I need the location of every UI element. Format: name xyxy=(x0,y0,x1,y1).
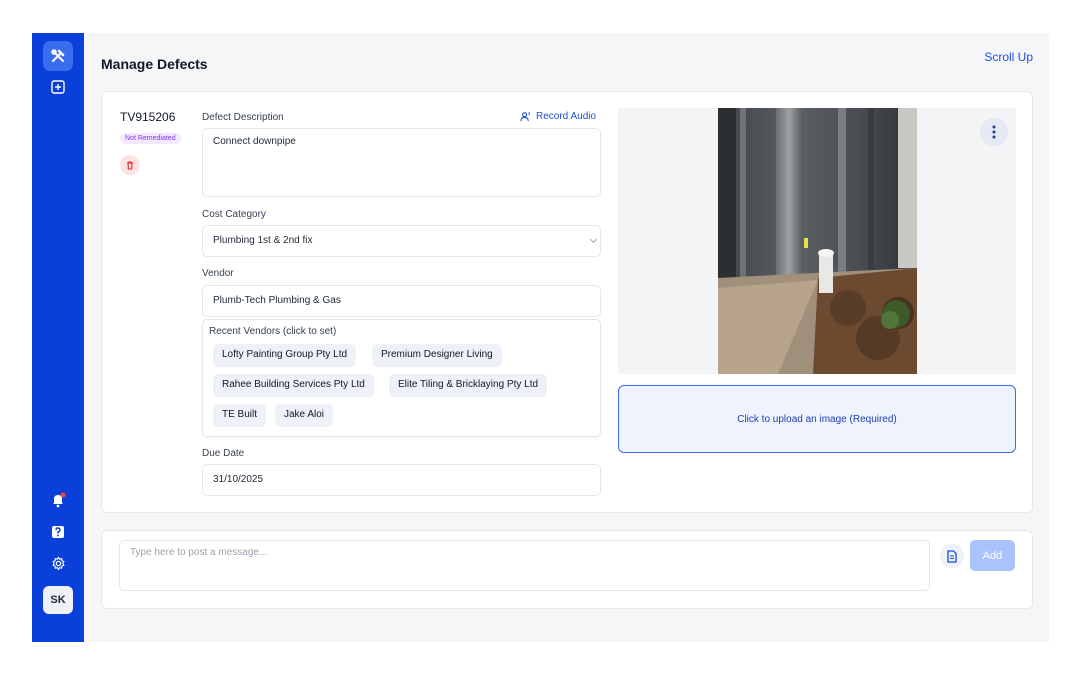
avatar[interactable]: SK xyxy=(43,586,73,614)
defect-id: TV915206 xyxy=(120,110,176,124)
plus-square-icon[interactable] xyxy=(48,77,68,97)
gear-icon[interactable] xyxy=(48,553,68,573)
vendor-chip[interactable]: Jake Aloi xyxy=(275,404,334,427)
microphone-user-icon xyxy=(520,112,530,122)
vendor-label: Vendor xyxy=(202,268,234,279)
recent-vendors-label: Recent Vendors (click to set) xyxy=(209,326,337,337)
message-card: Type here to post a message... Add xyxy=(101,530,1033,609)
description-input[interactable]: Connect downpipe xyxy=(202,128,601,197)
sidebar: SK xyxy=(32,33,84,642)
vendor-chip[interactable]: Elite Tiling & Bricklaying Pty Ltd xyxy=(389,374,548,397)
bell-icon[interactable] xyxy=(48,490,68,510)
app-window: SK Manage Defects Scroll Up TV915206 Not… xyxy=(32,33,1049,642)
vendor-chip[interactable]: Premium Designer Living xyxy=(372,344,502,367)
description-label: Defect Description xyxy=(202,112,284,123)
due-date-input[interactable]: 31/10/2025 xyxy=(202,464,601,496)
status-badge: Not Remediated xyxy=(120,133,181,144)
chevron-down-icon xyxy=(589,235,598,244)
add-button[interactable]: Add xyxy=(970,540,1015,571)
defect-photo[interactable] xyxy=(718,108,917,374)
page-title: Manage Defects xyxy=(101,56,208,72)
vendor-chip[interactable]: Lofty Painting Group Pty Ltd xyxy=(213,344,357,367)
more-options-button[interactable] xyxy=(980,118,1008,146)
record-audio-button[interactable]: Record Audio xyxy=(520,111,596,122)
image-upload-dropzone[interactable]: Click to upload an image (Required) xyxy=(618,385,1016,453)
scroll-up-link[interactable]: Scroll Up xyxy=(984,50,1033,64)
more-vertical-icon xyxy=(992,125,996,139)
cost-category-value: Plumbing 1st & 2nd fix xyxy=(213,235,313,246)
document-icon xyxy=(947,549,957,563)
trash-icon xyxy=(127,161,133,170)
tools-icon[interactable] xyxy=(43,41,73,71)
cost-category-select[interactable]: Plumbing 1st & 2nd fix xyxy=(202,225,601,257)
due-date-label: Due Date xyxy=(202,448,245,459)
vendor-chip[interactable]: Rahee Building Services Pty Ltd xyxy=(213,374,374,397)
record-audio-label: Record Audio xyxy=(536,111,597,122)
delete-button[interactable] xyxy=(120,155,140,175)
attach-button[interactable] xyxy=(940,544,964,568)
help-icon[interactable] xyxy=(48,522,68,542)
photo-panel xyxy=(618,108,1016,374)
message-input[interactable]: Type here to post a message... xyxy=(119,540,930,591)
vendor-chip[interactable]: TE Built xyxy=(213,404,267,427)
cost-category-label: Cost Category xyxy=(202,209,266,220)
vendor-input[interactable]: Plumb-Tech Plumbing & Gas xyxy=(202,285,601,317)
defect-card: TV915206 Not Remediated Defect Descripti… xyxy=(101,91,1033,513)
recent-vendors-box: Recent Vendors (click to set) Lofty Pain… xyxy=(202,319,601,437)
